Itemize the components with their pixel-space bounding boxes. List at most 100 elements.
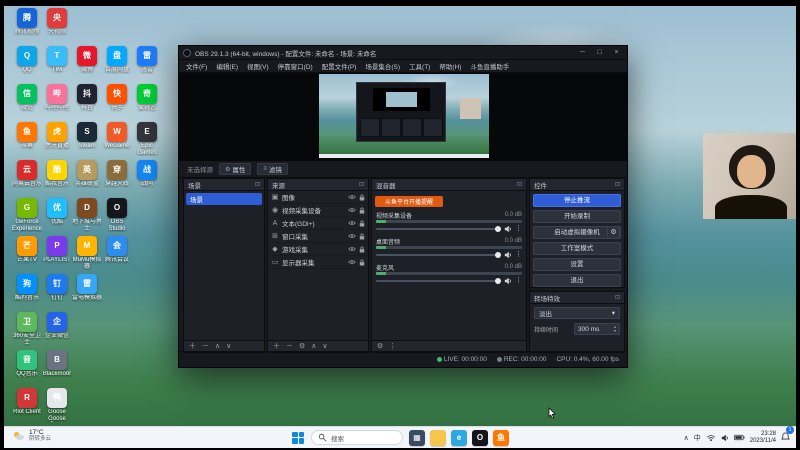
- settings-button[interactable]: 设置: [533, 258, 621, 271]
- channel-options-button[interactable]: ⋮: [515, 251, 522, 259]
- volume-slider[interactable]: [376, 251, 501, 258]
- menu-item[interactable]: 配置文件(P): [319, 61, 360, 71]
- desktop-icon[interactable]: 会 腾讯会议: [102, 236, 132, 264]
- desktop-icon[interactable]: 鱼 斗鱼: [12, 122, 42, 150]
- lock-icon[interactable]: [359, 259, 365, 266]
- menu-item[interactable]: 停靠窗口(D): [275, 61, 316, 71]
- volume-slider-knob[interactable]: [495, 251, 501, 258]
- desktop-icon[interactable]: 哔 哔哩哔哩: [42, 84, 72, 112]
- speaker-icon[interactable]: [504, 225, 512, 233]
- volume-slider[interactable]: [376, 277, 501, 284]
- desktop-icon[interactable]: 央 央视频: [42, 8, 72, 36]
- start-button[interactable]: [291, 431, 305, 445]
- tray-chevron-icon[interactable]: ∧: [684, 434, 689, 442]
- volume-slider[interactable]: [376, 225, 501, 232]
- desktop-icon[interactable]: 雷 雷电模拟器: [72, 274, 102, 302]
- lock-icon[interactable]: [359, 220, 365, 227]
- desktop-icon[interactable]: 战 战网: [132, 160, 162, 188]
- transition-select[interactable]: 淡出 ▾: [534, 307, 620, 319]
- desktop-icon[interactable]: 音 QQ音乐: [12, 350, 42, 378]
- volume-slider-knob[interactable]: [495, 225, 501, 232]
- duration-input[interactable]: 300 ms ▴ ▾: [574, 323, 620, 335]
- desktop-icon[interactable]: 狗 酷狗音乐: [12, 274, 42, 302]
- dock-icon[interactable]: ⊡: [517, 181, 522, 188]
- desktop-icon[interactable]: 英 英雄联盟: [72, 160, 102, 188]
- desktop-icon[interactable]: 奇 爱奇艺: [132, 84, 162, 112]
- channel-options-button[interactable]: ⋮: [515, 277, 522, 285]
- menu-item[interactable]: 场景集合(S): [362, 61, 403, 71]
- visibility-eye-icon[interactable]: [348, 259, 356, 265]
- volume-icon[interactable]: [721, 434, 729, 442]
- start-recording-button[interactable]: 开始录制: [533, 210, 621, 223]
- desktop-icon[interactable]: 信 微信: [12, 84, 42, 112]
- desktop-icon[interactable]: Q QQ: [12, 46, 42, 74]
- menu-item[interactable]: 视图(V): [244, 61, 272, 71]
- desktop-icon[interactable]: 雷 迅雷: [132, 46, 162, 74]
- source-list-item[interactable]: ◆ 游戏采集: [268, 243, 368, 256]
- desktop-icon[interactable]: 芒 芒果TV: [12, 236, 42, 264]
- speaker-icon[interactable]: [504, 251, 512, 259]
- menu-item[interactable]: 帮助(H): [436, 61, 464, 71]
- source-list-item[interactable]: ▣ 图像: [268, 191, 368, 204]
- taskbar-app-icon[interactable]: O: [472, 429, 488, 446]
- douyu-live-notice-button[interactable]: 斗鱼平台开播提醒: [375, 196, 444, 207]
- scene-list-item[interactable]: 场景: [186, 193, 262, 205]
- desktop-icon[interactable]: D 地下城与勇士: [72, 198, 102, 232]
- desktop-icon[interactable]: 腾 腾讯视频: [12, 8, 42, 36]
- desktop-icon[interactable]: 微 微博: [72, 46, 102, 74]
- desktop-icon[interactable]: T TIM: [42, 46, 72, 74]
- clock[interactable]: 23:28 2023/11/4: [750, 431, 776, 445]
- desktop-icon[interactable]: 钉 钉钉: [42, 274, 72, 302]
- dock-icon[interactable]: ⊡: [615, 294, 620, 301]
- studio-mode-button[interactable]: 工作室模式: [533, 242, 621, 255]
- channel-options-button[interactable]: ⋮: [515, 225, 522, 233]
- desktop-icon[interactable]: B Blackmoor: [42, 350, 72, 378]
- lock-icon[interactable]: [359, 194, 365, 201]
- program-preview[interactable]: [179, 73, 627, 161]
- desktop-icon[interactable]: 快 快手: [102, 84, 132, 112]
- exit-button[interactable]: 退出: [533, 274, 621, 287]
- close-icon[interactable]: ×: [610, 47, 623, 59]
- visibility-eye-icon[interactable]: [348, 207, 356, 213]
- filters-button[interactable]: ≡ 滤镜: [257, 163, 288, 175]
- visibility-eye-icon[interactable]: [348, 194, 356, 200]
- menu-item[interactable]: 文件(F): [183, 61, 210, 71]
- desktop-icon[interactable]: 企 企业微信: [42, 312, 72, 340]
- menu-item[interactable]: 编辑(E): [213, 61, 241, 71]
- virtual-camera-settings-button gear-icon[interactable]: ⚙: [607, 226, 620, 239]
- lock-icon[interactable]: [359, 233, 365, 240]
- visibility-eye-icon[interactable]: [348, 220, 356, 226]
- maximize-icon[interactable]: □: [593, 47, 606, 59]
- desktop-icon[interactable]: 优 优酷: [42, 198, 72, 226]
- desktop-icon[interactable]: O OBS Studio: [102, 198, 132, 232]
- source-list-item[interactable]: A 文本(GDI+): [268, 217, 368, 230]
- desktop-icon[interactable]: W WeGame: [102, 122, 132, 150]
- dock-icon[interactable]: ⊡: [359, 181, 364, 188]
- speaker-icon[interactable]: [504, 277, 512, 285]
- lock-icon[interactable]: [359, 246, 365, 253]
- desktop-icon[interactable]: 酷 酷我音乐: [42, 160, 72, 188]
- desktop-icon[interactable]: 鸭 Goose Goose Duck: [42, 388, 72, 422]
- taskbar-app-icon[interactable]: ▦: [409, 429, 425, 446]
- duration-stepper[interactable]: ▴ ▾: [614, 325, 616, 333]
- minimize-icon[interactable]: ─: [576, 47, 589, 59]
- source-list-item[interactable]: ◉ 视频采集设备: [268, 204, 368, 217]
- desktop-icon[interactable]: E Epic Games: [132, 122, 162, 156]
- desktop-icon[interactable]: S Steam: [72, 122, 102, 150]
- desktop-icon[interactable]: 盘 百度网盘: [102, 46, 132, 74]
- lock-icon[interactable]: [359, 207, 365, 214]
- notification-center-button[interactable]: 1: [781, 425, 794, 447]
- dock-icon[interactable]: ⊡: [615, 181, 620, 188]
- ime-indicator[interactable]: 中: [694, 433, 701, 443]
- taskbar-app-icon[interactable]: [430, 429, 446, 446]
- menu-item[interactable]: 斗鱼直播助手: [467, 61, 512, 71]
- visibility-eye-icon[interactable]: [348, 246, 356, 252]
- stop-streaming-button[interactable]: 停止推流: [533, 194, 621, 207]
- battery-icon[interactable]: [733, 434, 745, 441]
- taskbar-app-icon[interactable]: e: [451, 429, 467, 446]
- wifi-icon[interactable]: [706, 434, 716, 442]
- visibility-eye-icon[interactable]: [348, 233, 356, 239]
- desktop-icon[interactable]: 云 网易云音乐: [12, 160, 42, 188]
- desktop-icon[interactable]: R Riot Client: [12, 388, 42, 416]
- widgets-button[interactable]: 17°C 阴转多云: [12, 429, 51, 442]
